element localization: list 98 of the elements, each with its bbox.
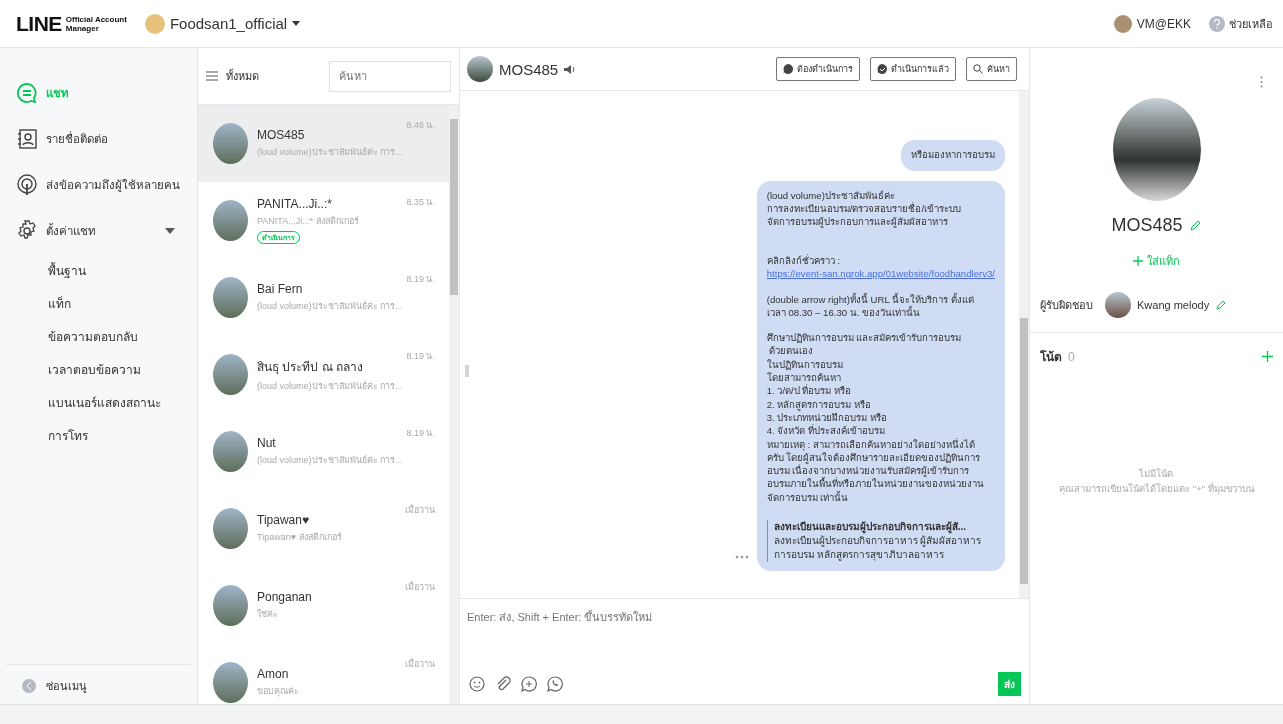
preview-title: ลงทะเบียนและอบรมผู้ประกอบกิจการและผู้สั... xyxy=(773,520,968,534)
avatar-photo-placeholder xyxy=(213,431,248,472)
broadcast-icon xyxy=(16,174,38,196)
message-time: เมื่อวาน xyxy=(405,580,435,594)
avatar-photo-placeholder xyxy=(213,354,248,395)
contact-name: สินธุ ประทีป ณ ถลาง xyxy=(257,358,364,376)
empty-notes-hint: คุณสามารถเขียนโน้ตได้โดยแตะ "+" ที่มุมขวาบน xyxy=(1059,481,1254,496)
avatar-photo-placeholder xyxy=(213,585,248,626)
contact-name: Nut xyxy=(257,436,277,450)
more-vertical-icon[interactable] xyxy=(1260,76,1263,88)
message-time: 8.19 น. xyxy=(406,350,435,363)
preview-description: ลงทะเบียนผู้ประกอบกิจการอาหาร ผู้สัมผัสอาหาร การอบรม หลักสูตรการสุขาภิบาลอาหาร xyxy=(773,534,983,562)
message-time: 8.19 น. xyxy=(406,273,435,286)
chat-list-item[interactable]: Amon ขอบคุณค่ะ เมื่อวาน xyxy=(198,644,449,704)
avatar-photo-placeholder xyxy=(1105,292,1131,318)
contact-name: Amon xyxy=(257,667,290,681)
caret-icon xyxy=(292,21,301,26)
chat-list-item[interactable]: Tipawan♥ Tipawan♥ ส่งสติกเกอร์ เมื่อวาน xyxy=(198,490,449,567)
chat-bubble-icon xyxy=(16,82,38,104)
avatar-photo-placeholder xyxy=(467,56,493,82)
message-preview: ขอบคุณค่ะ xyxy=(257,685,300,698)
user-menu[interactable]: VM@EKK xyxy=(1113,14,1191,33)
user-avatar-icon xyxy=(1113,14,1132,33)
contact-name: Ponganan xyxy=(257,590,313,604)
message-preview: ใช่ค่ะ xyxy=(257,608,279,621)
message-preview: Tipawan♥ ส่งสติกเกอร์ xyxy=(257,531,343,544)
sidebar-item[interactable]: รายชื่อติดต่อ xyxy=(0,116,197,162)
settings-subitem[interactable]: แท็ก xyxy=(0,287,197,320)
chat-list-item[interactable]: MOS485 (loud volume)ประชาสัมพันธ์ค่ะ การ... 8.46 น. xyxy=(198,105,449,182)
avatar-photo-placeholder xyxy=(213,662,248,703)
add-note-icon[interactable] xyxy=(1262,351,1273,362)
avatar-photo-placeholder xyxy=(213,200,248,241)
filter-dropdown[interactable]: ทั้งหมด xyxy=(226,67,321,85)
contact-name: PANITA...Ji..:* xyxy=(257,197,333,211)
settings-subitem[interactable]: การโทร xyxy=(0,419,197,452)
avatar-photo-placeholder xyxy=(213,123,248,164)
pencil-icon[interactable] xyxy=(1215,299,1228,311)
message-text: คลิกลิงก์ชั่วคราว : https://event-san.ngrok.app/01website/foodhandlerv3/ xyxy=(766,253,995,281)
assignee-label: ผู้รับผิดชอบ xyxy=(1040,298,1093,314)
chat-list-item[interactable]: Nut (loud volume)ประชาสัมพันธ์ค่ะ การ... 8.19 น. xyxy=(198,413,449,490)
search-field[interactable]: ค้นหา xyxy=(329,60,451,92)
check-bubble-icon xyxy=(877,64,887,74)
account-avatar-icon xyxy=(144,13,165,34)
search-icon xyxy=(973,64,983,74)
chat-title: MOS485 xyxy=(499,60,559,78)
contact-name: MOS485 xyxy=(257,128,306,142)
message-text: ศึกษาปฏิทินการอบรม และสมัครเข้ารับการอบรม ด้วยตนเอง ในปฏิทินการอบรม โดยสามารถค้นหา 1. ว/ด/ป ที่อบรม หรือ 2. หลักสูตรการอบรม หรือ 3. ประเภทหน่วยฝึกอบรม หรือ 4. จังหวัด ที่ประสงค์เข้าอบรม หมายเหตุ : สามารถเลือกค้นหาอย่างใดอย่างหนึ่งได้ ครับ โดยผู้สนใจต้องศึกษารายละเอียดของปฏิทินการ อบรม เนื่องจากบางหน่วยงานรับสมัครผู้เข้ารับการ อบรมภายในพื้นที่หรือภายในหน่วยงานของหน่วยงาน จัดการอบรม เท่านั้น xyxy=(766,331,985,504)
chat-list-item[interactable]: Bai Fern (loud volume)ประชาสัมพันธ์ค่ะ การ... 8.19 น. xyxy=(198,259,449,336)
message-preview: PANITA...Ji..:* ส่งสติกเกอร์ xyxy=(257,215,360,228)
profile-name: MOS485 xyxy=(1111,215,1183,236)
add-bubble-icon[interactable] xyxy=(521,676,537,692)
account-switcher[interactable]: Foodsan1_official xyxy=(144,13,301,34)
message-text: (loud volume)ประชาสัมพันธ์ค่ะ การลงทะเบียนอบรม/ตรวจสอบรายชื่อ/เข้าระบบ จัดการอบรมผู้ประกอบการและผู้สัมผัสอาหาร xyxy=(766,188,963,230)
hide-menu-button[interactable]: ซ่อนเมนู xyxy=(6,664,191,694)
resize-handle-icon[interactable] xyxy=(465,365,469,377)
message-time: 8.35 น. xyxy=(406,196,435,209)
settings-subitem[interactable]: แบนเนอร์แสดงสถานะ xyxy=(0,386,197,419)
emoji-icon[interactable] xyxy=(469,676,485,692)
caret-icon xyxy=(165,228,175,234)
notes-title: โน้ต xyxy=(1040,349,1062,366)
settings-subitem[interactable]: พื้นฐาน xyxy=(0,254,197,287)
more-icon[interactable] xyxy=(734,555,749,559)
call-bubble-icon[interactable] xyxy=(547,676,563,692)
settings-icon xyxy=(16,220,38,242)
empty-notes-title: ไม่มีโน้ต xyxy=(1139,467,1174,481)
speaker-icon xyxy=(564,63,577,75)
settings-subitem[interactable]: เวลาตอบข้อความ xyxy=(0,353,197,386)
message-time: เมื่อวาน xyxy=(405,503,435,517)
notes-count: 0 xyxy=(1068,349,1075,364)
assignee-name: Kwang melody xyxy=(1137,299,1210,311)
help-icon xyxy=(1209,15,1225,32)
menu-icon xyxy=(206,71,218,81)
contact-name: Tipawan♥ xyxy=(257,513,311,527)
chat-list-item[interactable]: Ponganan ใช่ค่ะ เมื่อวาน xyxy=(198,567,449,644)
sidebar-item[interactable]: ตั้งค่าแชท xyxy=(0,208,197,254)
message-text: (double arrow right)ทั้งนี้ URL นี้จะให้บริการ ตั้งแต่ เวลา 08.30 – 16.30 น. ของวันเท่านั้น xyxy=(766,292,975,320)
message-time: 8.19 น. xyxy=(406,427,435,440)
contacts-icon xyxy=(16,128,38,150)
settings-subitem[interactable]: ข้อความตอบกลับ xyxy=(0,320,197,353)
plus-icon xyxy=(1133,256,1143,266)
avatar-photo-placeholder xyxy=(213,508,248,549)
scrollbar[interactable] xyxy=(1019,91,1029,598)
header-button[interactable]: ดำเนินการแล้ว xyxy=(870,57,956,81)
chevron-left-icon xyxy=(22,678,36,693)
chat-list-item[interactable]: สินธุ ประทีป ณ ถลาง (loud volume)ประชาสัมพันธ์ค่ะ การ... 8.19 น. xyxy=(198,336,449,413)
sidebar-item[interactable]: ส่งข้อความถึงผู้ใช้หลายคน xyxy=(0,162,197,208)
scrollbar[interactable] xyxy=(449,105,459,704)
pencil-icon[interactable] xyxy=(1188,219,1202,232)
contact-name: Bai Fern xyxy=(257,282,304,296)
header-button[interactable]: ต้องดำเนินการ xyxy=(776,57,860,81)
avatar-photo-placeholder xyxy=(213,277,248,318)
message-time: 8.46 น. xyxy=(406,119,435,132)
paperclip-icon[interactable] xyxy=(495,676,511,692)
help-link[interactable]: ช่วยเหลือ xyxy=(1209,14,1273,33)
header-button[interactable]: ค้นหา xyxy=(966,57,1017,81)
message-text: หรือมองหาการอบรม xyxy=(911,148,995,162)
message-time: เมื่อวาน xyxy=(405,657,435,671)
link-preview[interactable]: ลงทะเบียนและอบรมผู้ประกอบกิจการและผู้สั... ลงทะเบียนผู้ประกอบกิจการอาหาร ผู้สัมผัสอาหาร การอบรม หลักสูตรการสุขาภิบาลอาหาร xyxy=(766,520,995,562)
